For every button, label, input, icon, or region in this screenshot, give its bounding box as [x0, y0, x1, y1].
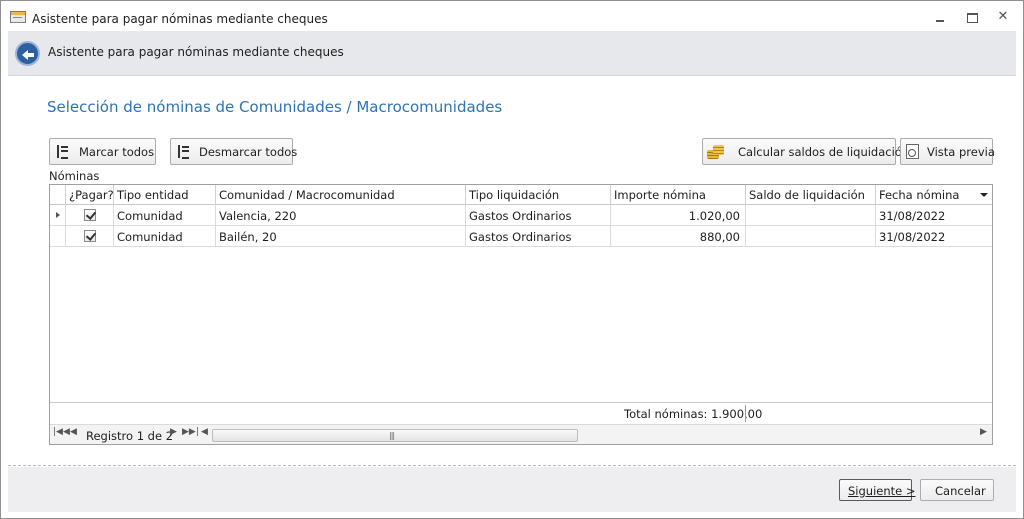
- payroll-grid: ¿Pagar? Tipo entidad Comunidad / Macroco…: [49, 184, 993, 445]
- checklist-icon: [57, 145, 68, 159]
- next-button-label: Siguiente >: [848, 484, 916, 498]
- print-preview-button[interactable]: Vista previa: [900, 138, 995, 165]
- column-header-pay[interactable]: ¿Pagar?: [66, 185, 114, 205]
- wizard-header: Asistente para pagar nóminas mediante ch…: [8, 31, 1016, 76]
- dropdown-arrow-icon[interactable]: [980, 193, 988, 197]
- cancel-button-label: Cancelar: [935, 484, 986, 498]
- close-button[interactable]: ✕: [991, 7, 1015, 27]
- pay-checkbox[interactable]: [84, 209, 96, 221]
- minimize-button[interactable]: [928, 7, 952, 27]
- payroll-date-header-label: Fecha nómina: [879, 188, 960, 202]
- print-preview-icon: [906, 144, 919, 159]
- payroll-amount-cell: 880,00: [611, 226, 746, 247]
- title-bar: Asistente para pagar nóminas mediante ch…: [1, 1, 1023, 31]
- scroll-left-icon[interactable]: ◀: [201, 427, 208, 437]
- footer-divider: [745, 405, 746, 422]
- column-header-settlement-balance[interactable]: Saldo de liquidación: [746, 185, 876, 205]
- settlement-type-cell: Gastos Ordinarios: [466, 205, 611, 226]
- entity-type-cell: Comunidad: [114, 226, 216, 247]
- maximize-button[interactable]: [960, 7, 984, 27]
- settlement-balance-cell: [746, 205, 876, 226]
- grid-summary-footer: Total nóminas: 1.900,00: [50, 402, 992, 423]
- wizard-content: Selección de nóminas de Comunidades / Ma…: [8, 76, 1016, 466]
- payroll-amount-cell: 1.020,00: [611, 205, 746, 226]
- community-cell: Bailén, 20: [216, 226, 466, 247]
- wizard-header-title: Asistente para pagar nóminas mediante ch…: [48, 45, 344, 59]
- previous-record-icon[interactable]: ◀: [70, 427, 77, 437]
- payroll-date-cell: 31/08/2022: [879, 209, 946, 223]
- wizard-button-bar: Siguiente > Cancelar: [8, 467, 1016, 512]
- cancel-button[interactable]: Cancelar: [920, 479, 994, 501]
- unmark-all-button[interactable]: Desmarcar todos: [170, 138, 297, 165]
- entity-type-cell: Comunidad: [114, 205, 216, 226]
- horizontal-scrollbar[interactable]: |||: [212, 429, 578, 442]
- grid-caption: Nóminas: [49, 169, 100, 183]
- section-title: Selección de nóminas de Comunidades / Ma…: [47, 98, 503, 116]
- last-record-icon[interactable]: ▶▶|: [182, 427, 199, 437]
- checklist-icon: [178, 145, 189, 159]
- scroll-right-icon[interactable]: ▶: [980, 427, 987, 437]
- back-arrow-icon[interactable]: [15, 41, 40, 66]
- first-record-icon[interactable]: |◀◀: [53, 427, 70, 437]
- next-button[interactable]: Siguiente >: [839, 479, 916, 501]
- current-row-arrow-icon: [56, 212, 60, 218]
- settlement-type-cell: Gastos Ordinarios: [466, 226, 611, 247]
- payroll-date-cell: 31/08/2022: [879, 230, 946, 244]
- community-cell: Valencia, 220: [216, 205, 466, 226]
- next-record-icon[interactable]: ▶: [170, 427, 177, 437]
- column-header-entity-type[interactable]: Tipo entidad: [114, 185, 216, 205]
- settlement-balance-cell: [746, 226, 876, 247]
- window-title: Asistente para pagar nóminas mediante ch…: [32, 12, 328, 26]
- row-indicator: [50, 226, 66, 247]
- pay-cell: [66, 226, 114, 247]
- mark-all-button[interactable]: Marcar todos: [49, 138, 156, 165]
- column-header-community[interactable]: Comunidad / Macrocomunidad: [216, 185, 466, 205]
- grid-header-row: ¿Pagar? Tipo entidad Comunidad / Macroco…: [50, 185, 992, 205]
- app-window-icon: [10, 11, 26, 23]
- coins-icon: [707, 144, 724, 159]
- unmark-all-label: Desmarcar todos: [199, 145, 298, 159]
- column-header-payroll-amount[interactable]: Importe nómina: [611, 185, 746, 205]
- print-preview-label: Vista previa: [927, 145, 995, 159]
- mark-all-label: Marcar todos: [79, 145, 155, 159]
- wizard-window: Asistente para pagar nóminas mediante ch…: [0, 0, 1024, 519]
- row-indicator: [50, 205, 66, 226]
- calculate-balances-button[interactable]: Calcular saldos de liquidación: [702, 138, 909, 165]
- payroll-total: Total nóminas: 1.900,00: [624, 407, 763, 421]
- pay-cell: [66, 205, 114, 226]
- table-row[interactable]: Comunidad Valencia, 220 Gastos Ordinario…: [50, 205, 992, 226]
- scrollbar-grip-icon: |||: [389, 431, 395, 440]
- grid-navigator: |◀◀ ◀ Registro 1 de 2 ▶ ▶▶| ◀ ||| ▶: [50, 424, 992, 444]
- row-indicator-header: [50, 185, 66, 205]
- table-row[interactable]: Comunidad Bailén, 20 Gastos Ordinarios 8…: [50, 226, 992, 247]
- calculate-balances-label: Calcular saldos de liquidación: [738, 145, 910, 159]
- column-header-settlement-type[interactable]: Tipo liquidación: [466, 185, 611, 205]
- record-counter: Registro 1 de 2: [86, 429, 174, 443]
- column-header-payroll-date[interactable]: Fecha nómina: [876, 185, 992, 205]
- pay-checkbox[interactable]: [84, 230, 96, 242]
